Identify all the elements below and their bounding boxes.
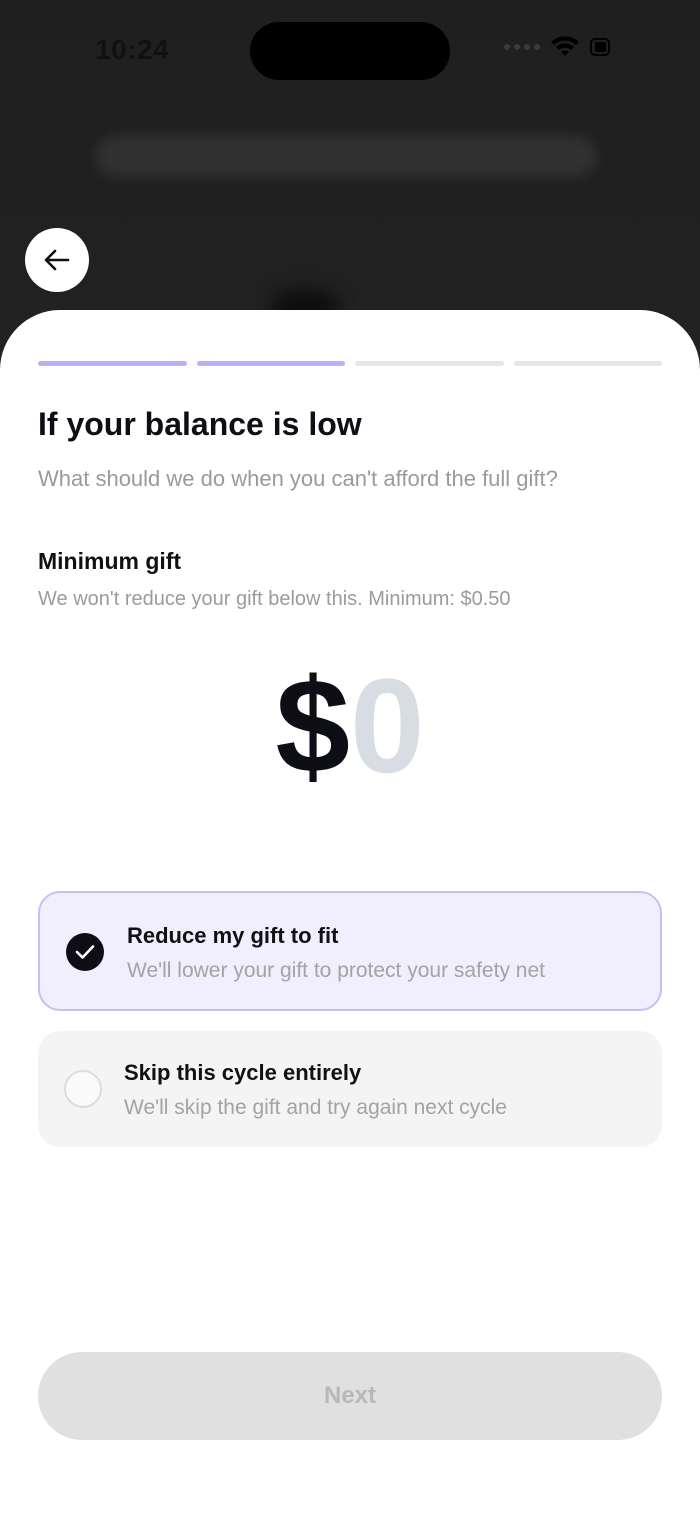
minimum-gift-amount-input[interactable]: $ 0 [0,660,700,794]
radio-unchecked[interactable] [64,1070,102,1108]
option-title: Skip this cycle entirely [124,1060,362,1085]
checkmark-icon [75,945,95,959]
battery-icon [590,37,612,57]
option-skip-cycle[interactable]: Skip this cycle entirely We'll skip the … [38,1031,662,1147]
amount-value: 0 [350,652,425,801]
currency-symbol: $ [275,652,350,801]
status-time: 10:24 [95,34,170,65]
next-button[interactable]: Next [38,1352,662,1440]
option-reduce-gift[interactable]: Reduce my gift to fit We'll lower your g… [38,891,662,1011]
radio-checked[interactable] [66,933,104,971]
page-subtitle: What should we do when you can't afford … [38,466,558,491]
signal-icon [504,44,540,50]
step-progress-bar [38,361,662,366]
progress-segment [513,361,662,366]
arrow-left-icon [44,249,70,271]
minimum-gift-label: Minimum gift [38,548,182,574]
bottom-sheet: If your balance is low What should we do… [0,310,700,1520]
progress-segment [355,361,504,366]
back-button[interactable] [25,228,89,292]
dynamic-island [250,22,450,80]
option-title: Reduce my gift to fit [127,923,339,948]
blurred-background-title [96,136,596,176]
progress-segment [196,361,345,366]
option-description: We'll skip the gift and try again next c… [124,1096,507,1119]
page-title: If your balance is low [38,406,362,442]
wifi-icon [550,36,580,58]
option-description: We'll lower your gift to protect your sa… [127,959,545,982]
minimum-gift-help: We won't reduce your gift below this. Mi… [38,588,511,610]
status-icons [504,36,612,58]
progress-segment [38,361,187,366]
